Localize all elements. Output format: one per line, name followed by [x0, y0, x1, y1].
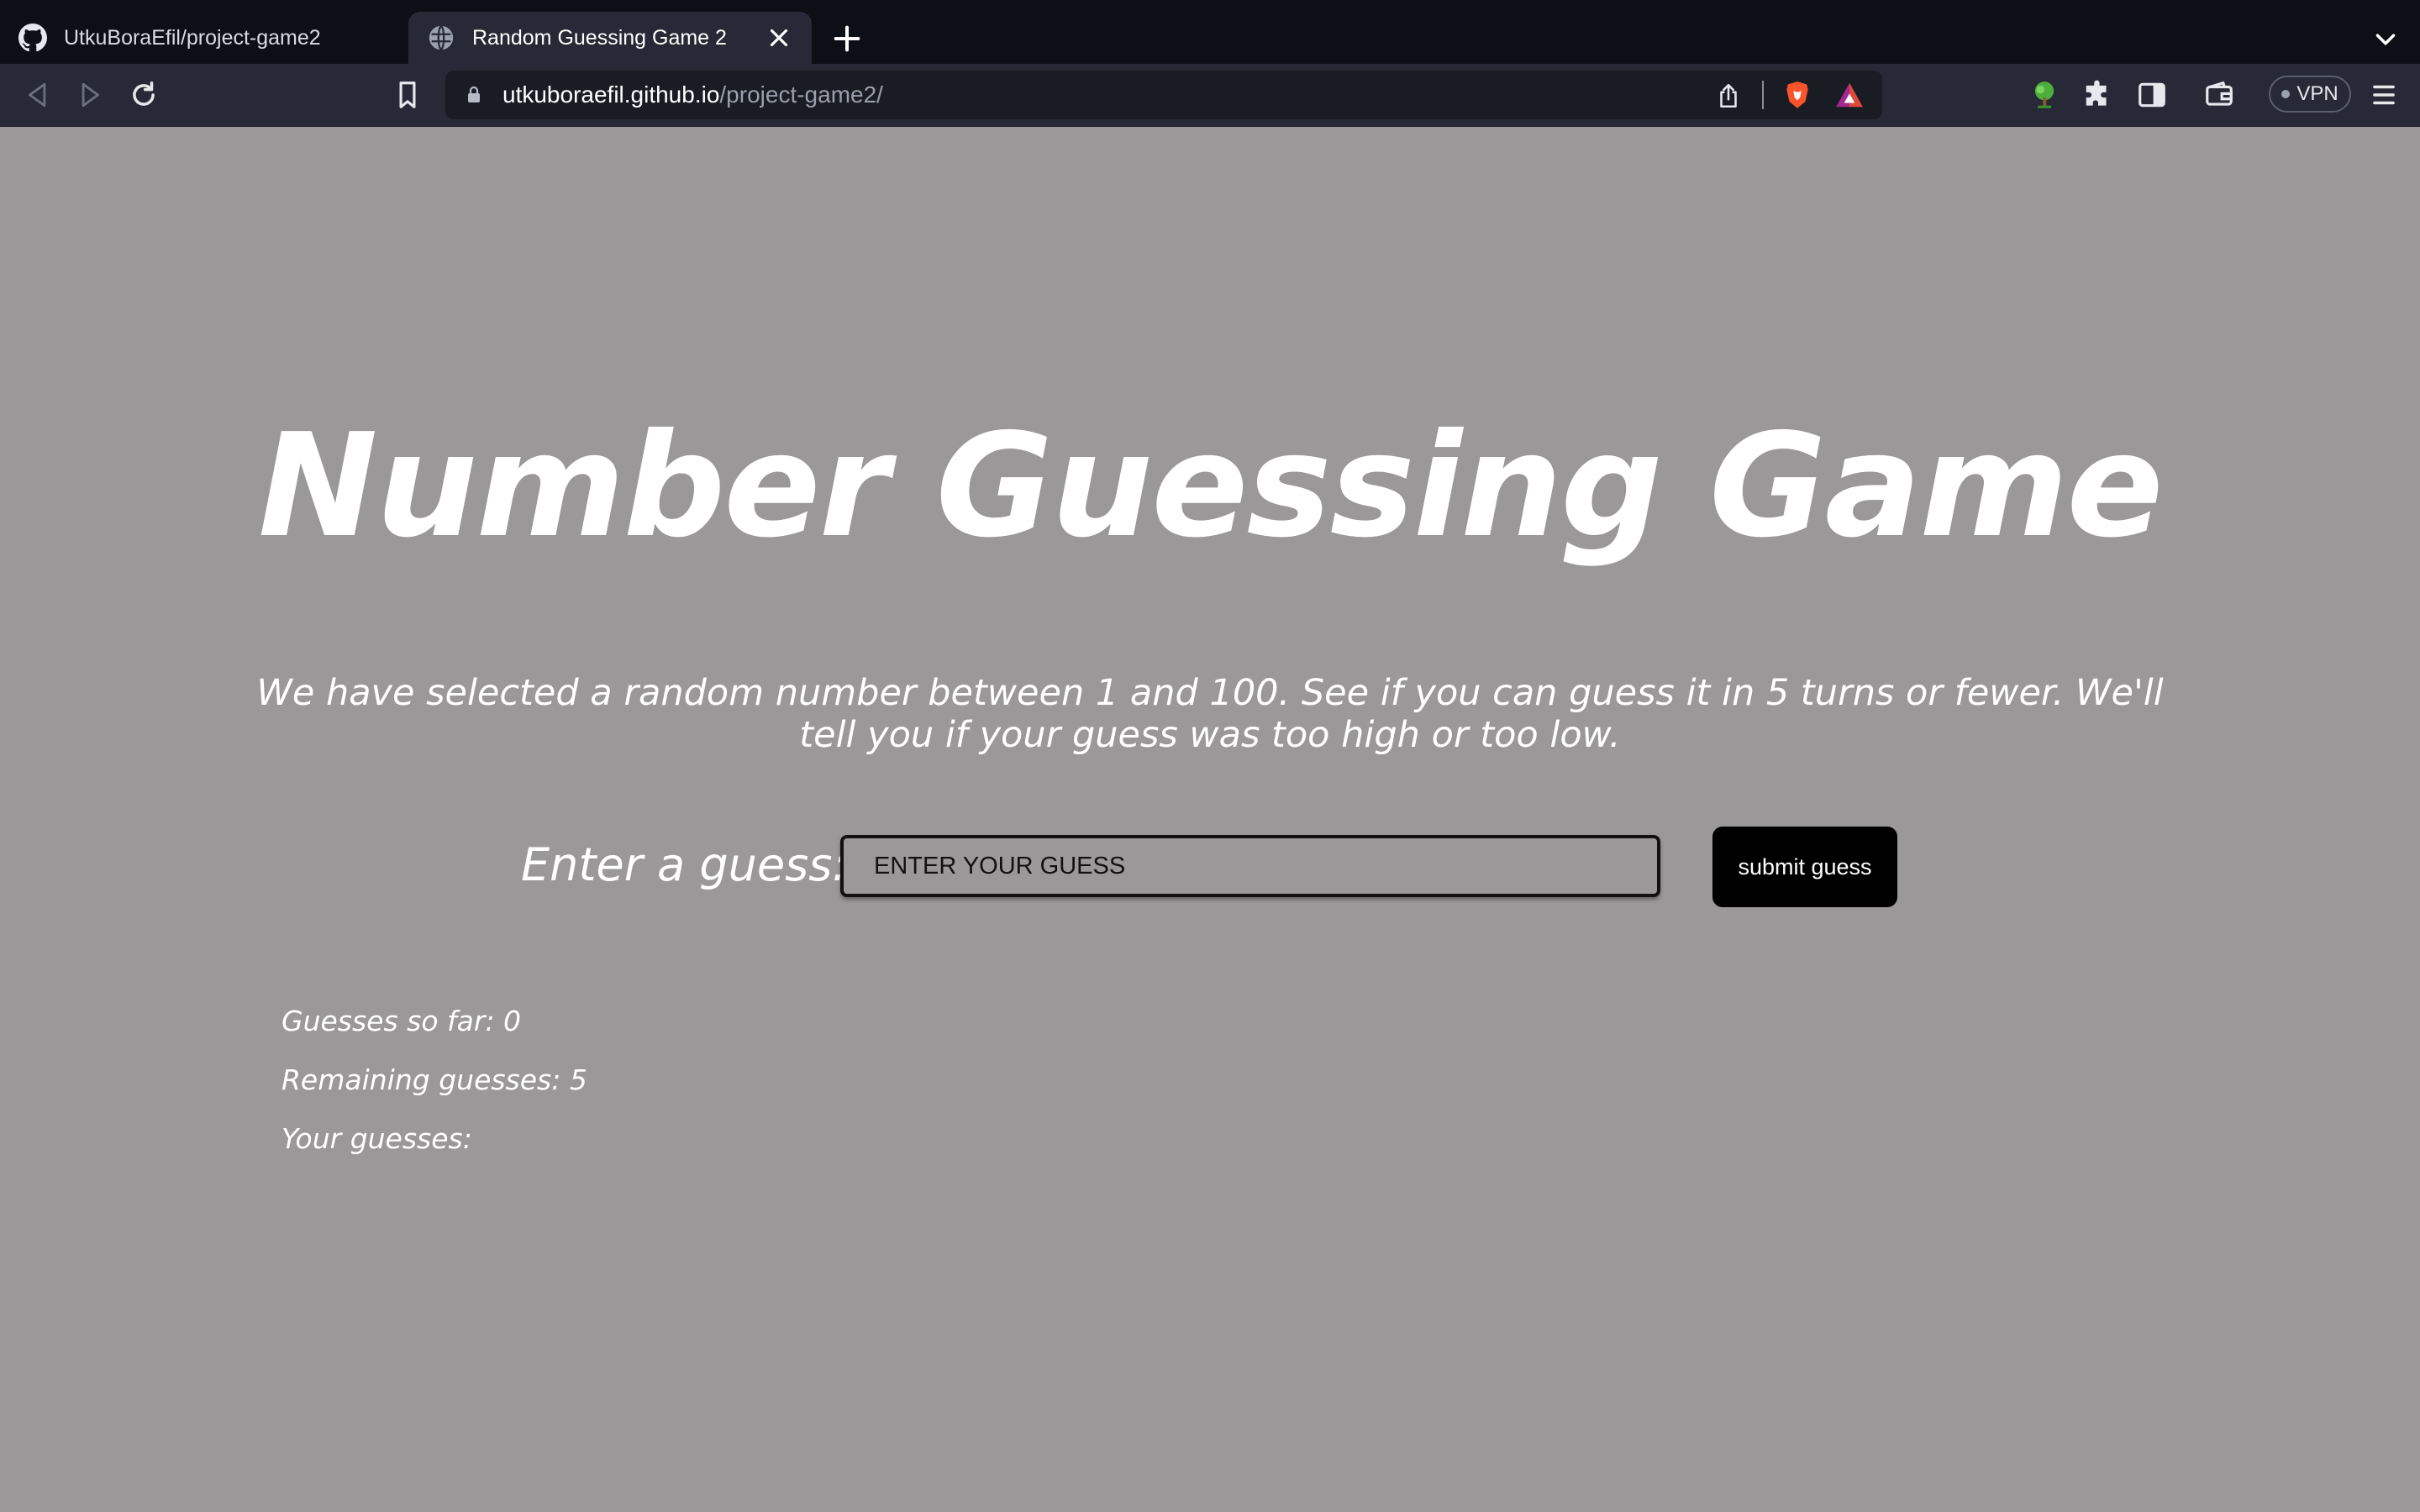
your-guesses-text: Your guesses:: [281, 1122, 472, 1155]
extensions-puzzle-icon[interactable]: [2082, 79, 2114, 111]
tab-title: Random Guessing Game 2: [472, 25, 727, 50]
game-instructions: We have selected a random number between…: [256, 672, 2164, 756]
tab-random-guessing-game[interactable]: Random Guessing Game 2: [408, 12, 812, 64]
vpn-label: VPN: [2296, 82, 2338, 105]
bookmark-icon[interactable]: [392, 79, 424, 111]
menu-hamburger-icon[interactable]: [2368, 79, 2400, 111]
chevron-down-icon[interactable]: [2370, 24, 2402, 55]
guess-input[interactable]: [840, 835, 1660, 897]
share-icon[interactable]: [1714, 81, 1743, 110]
new-tab-plus-icon[interactable]: [830, 22, 864, 55]
guess-field-label: Enter a guess:: [521, 838, 848, 891]
browser-toolbar: utkuboraefil.github.io/project-game2/ VP…: [0, 64, 2420, 127]
globe-icon: [429, 25, 454, 50]
back-icon[interactable]: [22, 79, 54, 111]
github-icon: [18, 24, 47, 52]
vpn-status-dot: [2281, 90, 2291, 98]
brave-rewards-icon[interactable]: [1833, 79, 1865, 111]
guesses-so-far-text: Guesses so far: 0: [281, 1005, 522, 1037]
wallet-icon[interactable]: [2203, 79, 2235, 111]
url-host: utkuboraefil.github.io: [502, 81, 720, 108]
submit-guess-button[interactable]: submit guess: [1712, 827, 1897, 907]
reload-icon[interactable]: [128, 79, 160, 111]
address-bar-divider: [1762, 81, 1764, 109]
address-bar[interactable]: utkuboraefil.github.io/project-game2/: [445, 71, 1882, 119]
tab-title: UtkuBoraEfil/project-game2: [64, 25, 321, 50]
url-path: /project-game2/: [719, 81, 883, 108]
close-icon[interactable]: [765, 24, 793, 52]
remaining-guesses-text: Remaining guesses: 5: [281, 1063, 587, 1096]
url-text: utkuboraefil.github.io/project-game2/: [502, 81, 883, 108]
forward-icon[interactable]: [74, 79, 106, 111]
sidebar-toggle-icon[interactable]: [2136, 79, 2168, 111]
tab-github-repo[interactable]: UtkuBoraEfil/project-game2: [0, 12, 403, 64]
vpn-button[interactable]: VPN: [2269, 76, 2351, 113]
page-title: Number Guessing Game: [258, 403, 2164, 570]
lock-icon: [468, 86, 480, 102]
tree-extension-icon[interactable]: [2028, 79, 2060, 111]
browser-tab-strip: UtkuBoraEfil/project-game2 Random Guessi…: [0, 0, 2420, 64]
brave-shields-icon[interactable]: [1781, 79, 1813, 111]
